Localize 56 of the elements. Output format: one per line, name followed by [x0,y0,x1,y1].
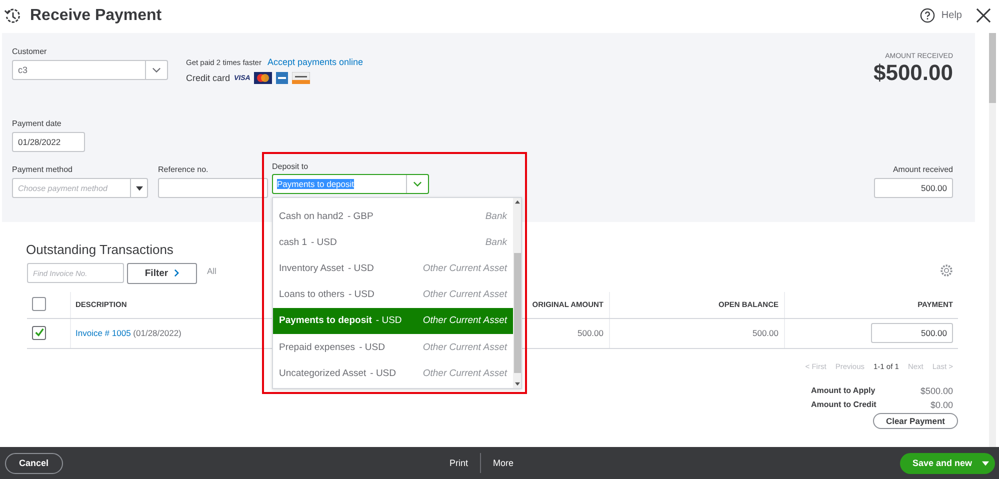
field-label: Payment method [12,165,74,174]
table-cell: 500.00 [578,328,604,338]
section-title: Outstanding Transactions [26,242,174,257]
dropdown-option[interactable]: Loans to others - USD Other Current Asset [273,282,513,308]
save-and-new-button[interactable]: Save and new [900,452,996,474]
dropdown-option[interactable]: Payments to deposit - USD Other Current Asset [273,308,513,334]
field-label: Amount received [892,165,953,174]
row-checkbox[interactable] [32,326,46,340]
select-all-checkbox[interactable] [32,296,46,311]
filter-value: All [207,266,216,276]
close-icon[interactable] [976,8,991,23]
dropdown-option[interactable]: Inventory Asset - USD Other Current Asset [273,255,513,282]
payment-date-field[interactable]: 01/28/2022 [12,132,85,152]
field-label: Reference no. [158,165,210,174]
total-label: Amount to Apply [811,386,876,396]
total-value: $0.00 [929,400,953,410]
discover-icon [292,72,310,84]
total-label: Amount to Credit [811,400,878,410]
caret-icon [982,460,990,466]
credit-card-label: Credit card [186,73,230,83]
invoice-link[interactable]: Invoice # 1005 [76,328,131,338]
clear-payment-button[interactable]: Clear Payment [872,412,958,428]
customer-select[interactable]: c3 [12,60,168,80]
invoice-date: (01/28/2022) [133,328,182,338]
accept-payments-link[interactable]: Accept payments online [267,57,364,67]
filter-button[interactable]: Filter [127,262,197,284]
help-link[interactable]: Help [941,10,962,21]
deposit-to-select[interactable]: Payments to deposit [272,174,429,194]
print-link[interactable]: Print [449,458,468,468]
total-value: $500.00 [919,386,953,396]
dropdown-option[interactable]: Uncategorized Asset - USD Other Current Asset [273,360,513,386]
dropdown-option[interactable]: Prepaid expenses - USD Other Current Asset [273,334,513,360]
amount-received-total: $500.00 [873,60,953,86]
table-cell: 500.00 [752,328,778,338]
field-label: Deposit to [272,162,310,171]
settings-icon[interactable] [940,264,953,276]
chevron-icon [413,181,422,187]
cancel-button[interactable]: Cancel [5,452,63,474]
field-label: Customer [12,47,48,56]
chevron-icon [174,269,180,277]
field-label: Payment date [12,119,62,128]
reference-field[interactable] [158,178,268,198]
scroll-down-icon[interactable] [514,382,520,386]
mastercard-icon [254,72,272,84]
history-icon [4,6,22,24]
dropdown-option[interactable]: cash 1 - USD Bank [273,229,513,256]
window-title: Receive Payment [30,6,162,24]
caret-icon [136,186,142,190]
amex-icon [276,72,288,84]
chevron-icon [152,67,161,73]
help-icon[interactable] [920,8,936,23]
dropdown-option[interactable]: Cash on hand2 - GBP Bank [273,203,513,230]
more-link[interactable]: More [493,458,514,468]
amount-received-field[interactable]: 500.00 [874,178,953,198]
scroll-up-icon[interactable] [514,200,520,204]
payment-field[interactable]: 500.00 [871,323,953,343]
